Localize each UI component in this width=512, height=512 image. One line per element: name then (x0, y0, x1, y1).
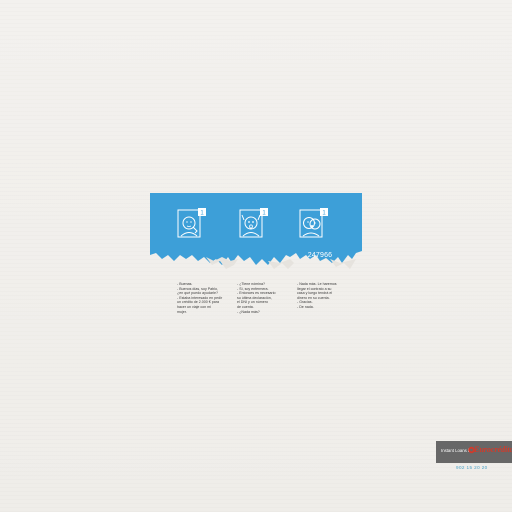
photo-frame-1: 1 (177, 207, 207, 239)
dialogue-column-3: - Nada más. Le haremos llegar el contrat… (297, 282, 351, 310)
brand-name: Eurocrédito (474, 445, 512, 454)
footer-phone: 902 15 20 20 (456, 465, 488, 470)
ticket-number: 247966 (307, 252, 333, 259)
face-calm-icon: 1 (177, 208, 206, 238)
dialogue-column-1: - Buenas. - Buenos días, soy Pablo, ¿en … (177, 282, 231, 314)
face-surprised-icon: 1 (239, 208, 268, 238)
dialogue-line: mujer. (177, 309, 187, 314)
photo-frame-3: 1 (299, 207, 329, 239)
face-kiss-icon: 1 (299, 208, 328, 238)
photo-frame-2: 1 (239, 207, 269, 239)
brand-footer: Instant Loans by Eurocrédito 902 15 20 2… (436, 441, 512, 501)
dialogue-line: - De nada. (297, 304, 314, 309)
dialogue-line: - ¿Nada más? (237, 309, 260, 314)
dialogue-column-2: - ¿Tiene nómina? - Sí, soy enfermera. - … (237, 282, 291, 314)
photo-strip: 1 1 1 247966 (150, 193, 362, 273)
